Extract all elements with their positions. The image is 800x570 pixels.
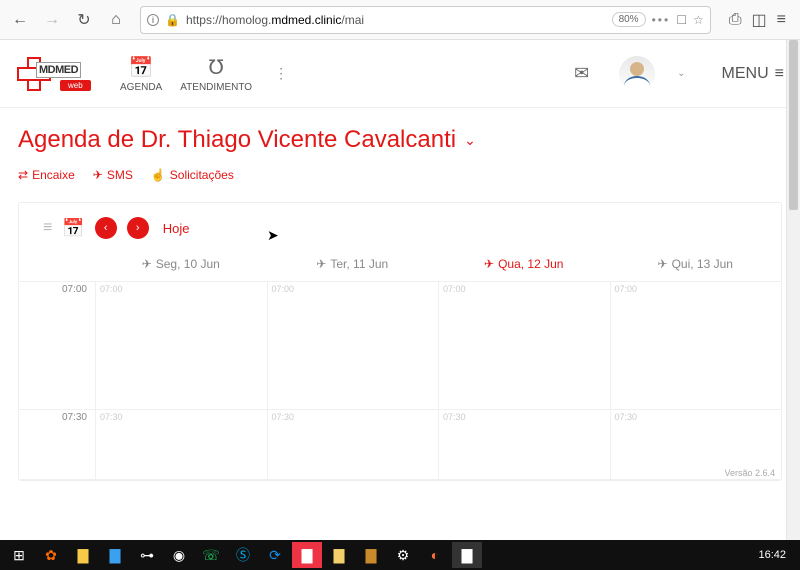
action-row: ⇄ Encaixe ✈ SMS ☝ Solicitações [18, 168, 782, 182]
logo[interactable]: MDMED web [16, 52, 102, 96]
day-header[interactable]: ✈ Ter, 11 Jun [267, 257, 439, 271]
info-icon: i [147, 14, 159, 26]
send-icon: ✈ [658, 257, 668, 271]
day-header[interactable]: ✈ Seg, 10 Jun [95, 257, 267, 271]
calendar-grid: 07:00 07:00 07:00 07:00 07:00 07:30 07:3… [19, 281, 781, 480]
more-icon[interactable]: ••• [652, 13, 671, 27]
menu-button[interactable]: MENU ≡ [722, 65, 784, 83]
nav-label: ATENDIMENTO [180, 82, 252, 93]
today-link[interactable]: Hoje [163, 221, 190, 236]
more-nav-icon[interactable]: ⋮ [270, 65, 292, 82]
taskbar-app3[interactable]: ▇ [452, 542, 482, 568]
page-title: Agenda de Dr. Thiago Vicente Cavalcanti [18, 126, 456, 154]
action-label: SMS [107, 168, 133, 182]
forward-button[interactable]: → [38, 6, 66, 34]
taskbar-folder[interactable]: ▇ [68, 542, 98, 568]
chevron-down-icon: ⌄ [464, 132, 476, 149]
day-header-active[interactable]: ✈ Qua, 12 Jun [438, 257, 610, 271]
reload-button[interactable]: ↻ [70, 6, 98, 34]
nav-label: AGENDA [120, 82, 162, 93]
start-button[interactable]: ⊞ [4, 542, 34, 568]
calendar-row: 07:30 07:30 07:30 07:30 07:30 [19, 410, 781, 480]
taskbar-notepad[interactable]: ▇ [324, 542, 354, 568]
action-label: Solicitações [170, 168, 234, 182]
send-icon: ✈ [142, 257, 152, 271]
zoom-badge[interactable]: 80% [612, 12, 646, 27]
library-icon[interactable]: ⎙ [729, 11, 742, 29]
swap-icon: ⇄ [18, 168, 28, 182]
mail-icon[interactable]: ✉ [574, 63, 589, 84]
logo-text: MDMED [36, 62, 81, 78]
back-button[interactable]: ← [6, 6, 34, 34]
send-icon: ✈ [316, 257, 326, 271]
calendar-cell[interactable]: 07:00 [95, 282, 267, 409]
stethoscope-icon: ℧ [209, 55, 224, 80]
taskbar-explorer[interactable]: ▇ [356, 542, 386, 568]
send-icon: ✈ [93, 168, 103, 182]
taskbar-skype[interactable]: Ⓢ [228, 542, 258, 568]
action-label: Encaixe [32, 168, 75, 182]
calendar-cell[interactable]: 07:00 [267, 282, 439, 409]
time-label: 07:00 [19, 282, 95, 409]
hand-icon: ☝ [151, 168, 166, 182]
taskbar-settings[interactable]: ⚙ [388, 542, 418, 568]
taskbar-key[interactable]: ⊶ [132, 542, 162, 568]
lock-icon: 🔒 [165, 13, 180, 27]
prev-day-button[interactable]: ‹ [95, 217, 117, 239]
scrollbar-thumb[interactable] [789, 40, 798, 210]
time-label: 07:30 [19, 410, 95, 479]
menu-icon[interactable]: ≡ [777, 11, 786, 29]
day-label: Seg, 10 Jun [156, 257, 220, 271]
menu-label: MENU [722, 65, 769, 83]
taskbar-firefox[interactable]: ◐ [420, 542, 450, 568]
reader-icon[interactable]: ☐ [676, 13, 687, 27]
day-label: Ter, 11 Jun [330, 257, 388, 271]
calendar-icon: 📅 [129, 55, 154, 80]
day-headers: ✈ Seg, 10 Jun ✈ Ter, 11 Jun ✈ Qua, 12 Jun ✈… [19, 251, 781, 281]
url-bar[interactable]: i 🔒 https://homolog.mdmed.clinic/mai 80%… [140, 6, 711, 34]
home-button[interactable]: ⌂ [102, 6, 130, 34]
action-solicitacoes[interactable]: ☝ Solicitações [151, 168, 234, 182]
calendar-card: ≡ 📅 ‹ › Hoje ✈ Seg, 10 Jun ✈ Ter, 11 Jun ✈… [18, 202, 782, 481]
calendar-cell[interactable]: 07:30 [438, 410, 610, 479]
page-title-dropdown[interactable]: Agenda de Dr. Thiago Vicente Cavalcanti … [18, 126, 782, 154]
app-header: MDMED web 📅 AGENDA ℧ ATENDIMENTO ⋮ ✉ ⌄ M… [0, 40, 800, 108]
calendar-cell[interactable]: 07:00 [610, 282, 782, 409]
bookmark-icon[interactable]: ☆ [693, 13, 704, 27]
taskbar-clock[interactable]: 16:42 [748, 549, 796, 561]
day-label: Qua, 12 Jun [498, 257, 563, 271]
url-text: https://homolog.mdmed.clinic/mai [186, 13, 606, 27]
taskbar-app2[interactable]: ▇ [292, 542, 322, 568]
hamburger-icon: ≡ [775, 65, 784, 83]
nav-agenda[interactable]: 📅 AGENDA [120, 55, 162, 93]
nav-atendimento[interactable]: ℧ ATENDIMENTO [180, 55, 252, 93]
list-view-icon[interactable]: ≡ [43, 219, 52, 237]
calendar-cell[interactable]: 07:30 [267, 410, 439, 479]
day-label: Qui, 13 Jun [672, 257, 733, 271]
action-encaixe[interactable]: ⇄ Encaixe [18, 168, 75, 182]
browser-toolbar: ← → ↻ ⌂ i 🔒 https://homolog.mdmed.clinic… [0, 0, 800, 40]
taskbar-app[interactable]: ✿ [36, 542, 66, 568]
next-day-button[interactable]: › [127, 217, 149, 239]
taskbar-teamviewer[interactable]: ⟳ [260, 542, 290, 568]
version-label: Versão 2.6.4 [724, 468, 775, 478]
avatar[interactable] [619, 56, 655, 92]
calendar-icon[interactable]: 📅 [62, 218, 84, 239]
send-icon: ✈ [484, 257, 494, 271]
action-sms[interactable]: ✈ SMS [93, 168, 133, 182]
taskbar-whatsapp[interactable]: ☏ [196, 542, 226, 568]
sidebar-icon[interactable]: ◫ [752, 10, 767, 30]
logo-subtext: web [60, 80, 91, 91]
day-header[interactable]: ✈ Qui, 13 Jun [610, 257, 782, 271]
calendar-row: 07:00 07:00 07:00 07:00 07:00 [19, 282, 781, 410]
calendar-cell[interactable]: 07:00 [438, 282, 610, 409]
scrollbar[interactable] [786, 40, 800, 540]
avatar-caret-icon[interactable]: ⌄ [677, 68, 685, 79]
taskbar-mail[interactable]: ▇ [100, 542, 130, 568]
taskbar: ⊞ ✿ ▇ ▇ ⊶ ◉ ☏ Ⓢ ⟳ ▇ ▇ ▇ ⚙ ◐ ▇ 16:42 [0, 540, 800, 570]
taskbar-chrome[interactable]: ◉ [164, 542, 194, 568]
calendar-cell[interactable]: 07:30 [95, 410, 267, 479]
